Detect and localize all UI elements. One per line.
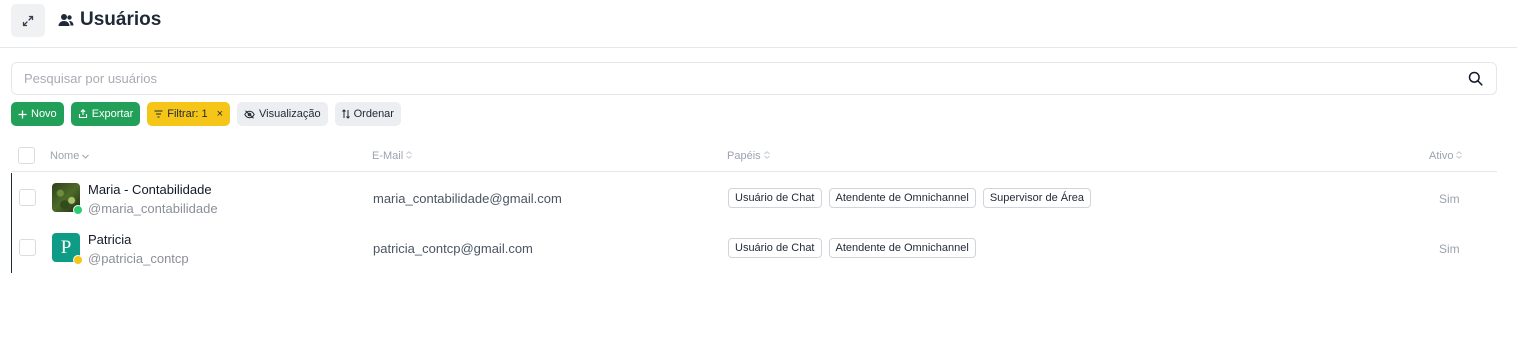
top-bar: Usuários [0,0,1517,48]
user-roles: Usuário de Chat Atendente de Omnichannel… [728,188,1091,208]
role-tag: Atendente de Omnichannel [828,238,976,258]
filter-button[interactable]: Filtrar: 1 × [147,102,231,126]
users-icon [58,14,74,26]
plus-icon [18,110,27,119]
table-row[interactable]: P Patricia @patricia_contcp patricia_con… [12,223,1498,273]
view-button-label: Visualização [259,108,321,120]
column-active-label: Ativo [1429,150,1454,162]
expand-button[interactable] [11,4,45,37]
column-email-label: E-Mail [372,150,404,162]
column-name-header[interactable]: Nome [50,150,90,162]
table-row[interactable]: Maria - Contabilidade @maria_contabilida… [12,173,1498,223]
user-active: Sim [1439,242,1460,256]
role-tag: Usuário de Chat [728,238,822,258]
sort-button-label: Ordenar [353,108,394,120]
page-header: Usuários [58,9,161,31]
view-button[interactable]: Visualização [237,102,328,126]
column-roles-label: Papéis [727,150,761,162]
search-bar [11,62,1497,95]
table-body: Maria - Contabilidade @maria_contabilida… [11,173,1497,273]
toolbar: Novo Exportar Filtrar: 1 × Visualização … [11,102,401,126]
select-all-checkbox[interactable] [18,147,35,164]
search-input[interactable] [24,63,1444,94]
user-active: Sim [1439,192,1460,206]
sort-both-icon [763,150,770,162]
table-header: Nome E-Mail Papéis Ativo [11,140,1497,172]
user-name[interactable]: Patricia [88,232,131,247]
row-checkbox[interactable] [19,189,36,206]
column-roles-header[interactable]: Papéis [727,150,770,162]
sort-both-icon [406,150,413,162]
status-away-icon [73,255,83,265]
export-button-label: Exportar [91,108,134,120]
column-email-header[interactable]: E-Mail [372,150,413,162]
sort-icon [341,109,350,119]
user-roles: Usuário de Chat Atendente de Omnichannel [728,238,976,258]
eye-off-icon [244,109,255,119]
status-online-icon [73,205,83,215]
user-handle: @patricia_contcp [88,251,189,266]
user-handle: @maria_contabilidade [88,201,218,216]
page-title: Usuários [80,9,162,30]
expand-icon [22,15,34,26]
user-email: patricia_contcp@gmail.com [373,241,533,256]
sort-button[interactable]: Ordenar [334,102,401,126]
role-tag: Atendente de Omnichannel [828,188,976,208]
search-icon[interactable] [1468,71,1483,86]
user-email: maria_contabilidade@gmail.com [373,191,562,206]
row-checkbox[interactable] [19,239,36,256]
filter-icon [154,110,163,118]
sort-both-icon [1456,150,1463,162]
role-tag: Supervisor de Área [982,188,1091,208]
role-tag: Usuário de Chat [728,188,822,208]
filter-clear-icon[interactable]: × [217,108,223,120]
sort-desc-icon [82,150,90,162]
column-name-label: Nome [50,150,80,162]
new-button[interactable]: Novo [11,102,64,126]
user-name[interactable]: Maria - Contabilidade [88,182,212,197]
export-icon [78,109,88,119]
filter-button-label: Filtrar: 1 [167,108,208,120]
column-active-header[interactable]: Ativo [1429,150,1463,162]
export-button[interactable]: Exportar [70,102,141,126]
new-button-label: Novo [31,108,57,120]
